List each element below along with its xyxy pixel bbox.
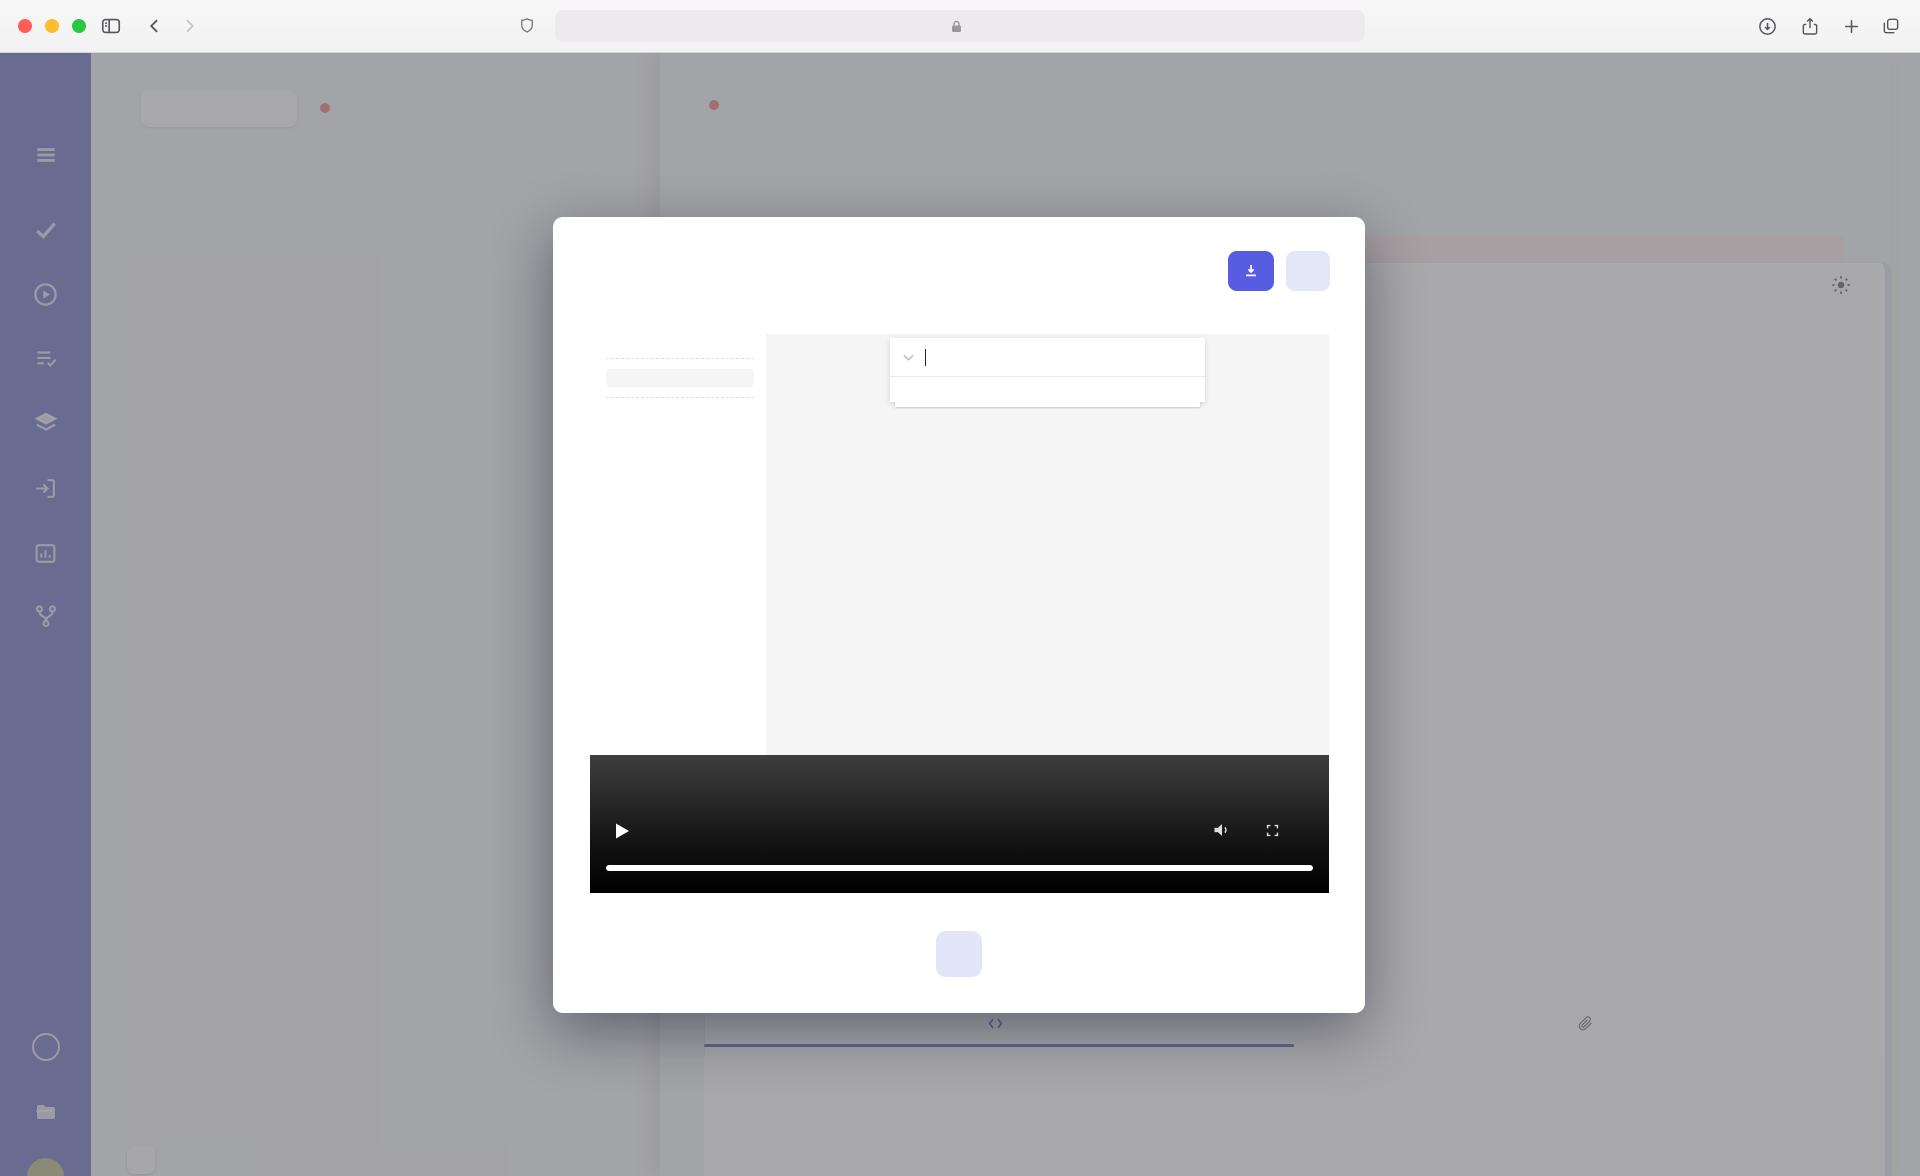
text-cursor: [925, 348, 926, 366]
angular-quote: [606, 369, 754, 387]
screen: [0, 0, 1920, 1176]
fullscreen-icon[interactable]: [1264, 822, 1281, 839]
chevron-down-icon: [902, 353, 915, 362]
browser-chrome: [0, 0, 1920, 53]
video-progress-bar[interactable]: [606, 865, 1313, 871]
lock-icon: [951, 20, 962, 33]
previous-attachment-button[interactable]: [936, 931, 982, 977]
todo-card: [890, 338, 1205, 407]
download-button[interactable]: [1228, 251, 1274, 291]
attachment-modal: [553, 217, 1365, 1013]
divider: [606, 358, 754, 359]
todo-input: [890, 338, 1205, 376]
back-icon[interactable]: [140, 12, 170, 40]
downloads-icon[interactable]: [1752, 12, 1782, 40]
privacy-shield-icon[interactable]: [512, 12, 542, 40]
volume-icon[interactable]: [1212, 821, 1232, 839]
video-controls: [590, 755, 1329, 893]
modal-close-button[interactable]: [1286, 251, 1330, 291]
play-icon[interactable]: [612, 821, 632, 841]
traffic-light-minimize[interactable]: [45, 19, 59, 33]
divider: [606, 397, 754, 398]
video-player[interactable]: [590, 334, 1329, 893]
new-tab-icon[interactable]: [1836, 12, 1866, 40]
tab-overview-icon[interactable]: [1876, 12, 1906, 40]
video-frame-todo-app: [766, 334, 1329, 755]
address-bar[interactable]: [555, 10, 1365, 42]
todo-footer: [890, 376, 1205, 402]
traffic-light-zoom[interactable]: [72, 19, 86, 33]
traffic-light-close[interactable]: [18, 19, 32, 33]
share-icon[interactable]: [1795, 12, 1825, 40]
forward-icon[interactable]: [174, 12, 204, 40]
download-icon: [1242, 262, 1260, 280]
sidebar-toggle-icon[interactable]: [96, 12, 126, 40]
video-frame-angular-nav: [590, 334, 766, 755]
